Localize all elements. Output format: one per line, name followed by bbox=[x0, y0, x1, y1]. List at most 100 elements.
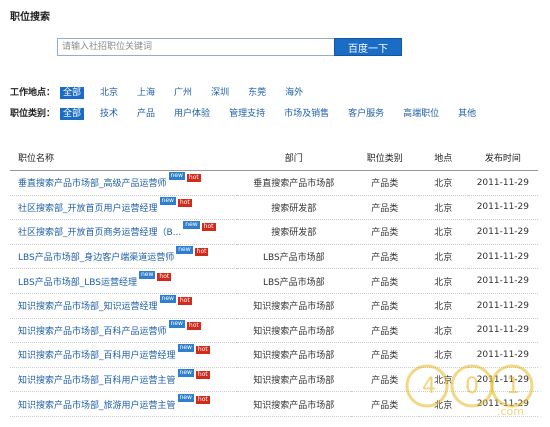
watermark-logo: 4 0 1 .com bbox=[405, 364, 534, 418]
date-cell: 2011-11-29 bbox=[467, 219, 538, 245]
new-badge: new bbox=[183, 221, 200, 230]
job-title-link[interactable]: 知识搜索产品市场部_旅游用户运营主管 bbox=[18, 401, 176, 411]
dept-cell: 知识搜索产品市场部 bbox=[236, 391, 351, 417]
location-cell: 北京 bbox=[418, 244, 468, 270]
new-badge: new bbox=[177, 393, 194, 402]
new-badge: new bbox=[168, 172, 185, 181]
dept-cell: LBS产品市场部 bbox=[236, 244, 351, 270]
location-option[interactable]: 深圳 bbox=[208, 87, 232, 99]
job-title-cell: LBS产品市场部_LBS运营经理new hot bbox=[10, 268, 237, 294]
hot-badge: hot bbox=[186, 321, 201, 330]
job-title-link[interactable]: LBS产品市场部_LBS运营经理 bbox=[18, 278, 137, 288]
dept-cell: 知识搜索产品市场部 bbox=[236, 318, 351, 344]
category-option[interactable]: 其他 bbox=[455, 108, 479, 120]
dept-cell: 搜索研发部 bbox=[236, 195, 351, 221]
dept-cell: 搜索研发部 bbox=[236, 219, 351, 245]
category-cell: 产品类 bbox=[350, 244, 419, 270]
dept-cell: 知识搜索产品市场部 bbox=[236, 367, 351, 393]
hot-badge: hot bbox=[194, 248, 209, 257]
hot-badge: hot bbox=[157, 272, 172, 281]
table-row: 垂直搜索产品市场部_高级产品运营师new hot 垂直搜索产品市场部 产品类 北京 201… bbox=[10, 170, 538, 196]
hot-badge: hot bbox=[177, 297, 192, 306]
job-title-link[interactable]: LBS产品市场部_身边客户端渠道运营师 bbox=[18, 253, 174, 263]
category-option[interactable]: 高端职位 bbox=[400, 108, 442, 120]
job-title-link[interactable]: 知识搜索产品市场部_百科产品运营师 bbox=[18, 327, 167, 337]
job-title-link[interactable]: 知识搜索产品市场部_百科用户运营经理 bbox=[18, 351, 176, 361]
dept-cell: 垂直搜索产品市场部 bbox=[236, 170, 351, 196]
date-cell: 2011-11-29 bbox=[467, 244, 538, 270]
location-option[interactable]: 全部 bbox=[60, 87, 85, 99]
category-option[interactable]: 客户服务 bbox=[345, 108, 387, 120]
location-cell: 北京 bbox=[418, 170, 468, 196]
job-title-link[interactable]: 知识搜索产品市场部_知识运营经理 bbox=[18, 302, 158, 312]
job-title-cell: 知识搜索产品市场部_知识运营经理new hot bbox=[10, 293, 237, 319]
table-row: 社区搜索部_开放首页商务运营经理（B...new hot 搜索研发部 产品类 北京 201… bbox=[10, 219, 538, 245]
search-button[interactable]: 百度一下 bbox=[334, 38, 402, 56]
location-filter-label: 工作地点： bbox=[10, 88, 56, 98]
dept-cell: LBS产品市场部 bbox=[236, 268, 351, 294]
svg-text:0: 0 bbox=[465, 374, 479, 399]
location-option[interactable]: 上海 bbox=[134, 87, 158, 99]
table-row: LBS产品市场部_身边客户端渠道运营师new hot LBS产品市场部 产品类 北京 20… bbox=[10, 244, 538, 270]
hot-badge: hot bbox=[195, 371, 210, 380]
dept-cell: 知识搜索产品市场部 bbox=[236, 293, 351, 319]
header-location: 地点 bbox=[418, 144, 468, 171]
job-title-link[interactable]: 知识搜索产品市场部_百科用户运营主管 bbox=[18, 376, 176, 386]
page-title: 职位搜索 bbox=[10, 12, 50, 23]
location-cell: 北京 bbox=[418, 195, 468, 221]
location-cell: 北京 bbox=[418, 318, 468, 344]
location-cell: 北京 bbox=[418, 219, 468, 245]
date-cell: 2011-11-29 bbox=[467, 170, 538, 196]
category-option[interactable]: 技术 bbox=[97, 108, 121, 120]
location-option[interactable]: 海外 bbox=[282, 87, 306, 99]
job-title-link[interactable]: 垂直搜索产品市场部_高级产品运营师 bbox=[18, 179, 167, 189]
category-option[interactable]: 全部 bbox=[60, 108, 85, 120]
job-title-cell: 知识搜索产品市场部_百科产品运营师new hot bbox=[10, 318, 237, 344]
job-title-cell: 社区搜索部_开放首页商务运营经理（B...new hot bbox=[10, 219, 237, 245]
category-cell: 产品类 bbox=[350, 293, 419, 319]
table-row: LBS产品市场部_LBS运营经理new hot LBS产品市场部 产品类 北京 2011-… bbox=[10, 268, 538, 294]
table-row: 社区搜索部_开放首页用户运营经理new hot 搜索研发部 产品类 北京 2011-11-… bbox=[10, 195, 538, 221]
new-badge: new bbox=[168, 319, 185, 328]
header-title: 职位名称 bbox=[10, 144, 237, 171]
dept-cell: 知识搜索产品市场部 bbox=[236, 342, 351, 368]
new-badge: new bbox=[177, 344, 194, 353]
category-cell: 产品类 bbox=[350, 195, 419, 221]
location-option[interactable]: 北京 bbox=[97, 87, 121, 99]
category-option[interactable]: 产品 bbox=[134, 108, 158, 120]
location-cell: 北京 bbox=[418, 293, 468, 319]
table-header-row: 职位名称 部门 职位类别 地点 发布时间 bbox=[10, 144, 538, 171]
category-cell: 产品类 bbox=[350, 268, 419, 294]
category-option[interactable]: 管理支持 bbox=[226, 108, 268, 120]
job-title-cell: LBS产品市场部_身边客户端渠道运营师new hot bbox=[10, 244, 237, 270]
header-date: 发布时间 bbox=[467, 144, 538, 171]
svg-text:.com: .com bbox=[497, 405, 524, 418]
category-cell: 产品类 bbox=[350, 318, 419, 344]
job-title-link[interactable]: 社区搜索部_开放首页商务运营经理（B... bbox=[18, 228, 181, 238]
date-cell: 2011-11-29 bbox=[467, 318, 538, 344]
date-cell: 2011-11-29 bbox=[467, 293, 538, 319]
new-badge: new bbox=[159, 196, 176, 205]
search-input[interactable] bbox=[57, 38, 334, 56]
category-option[interactable]: 市场及销售 bbox=[281, 108, 332, 120]
location-cell: 北京 bbox=[418, 268, 468, 294]
job-title-link[interactable]: 社区搜索部_开放首页用户运营经理 bbox=[18, 204, 158, 214]
search-bar: 百度一下 bbox=[57, 38, 402, 56]
svg-text:4: 4 bbox=[422, 374, 436, 399]
job-title-cell: 社区搜索部_开放首页用户运营经理new hot bbox=[10, 195, 237, 221]
new-badge: new bbox=[139, 270, 156, 279]
location-option[interactable]: 东莞 bbox=[245, 87, 269, 99]
hot-badge: hot bbox=[195, 395, 210, 404]
location-option[interactable]: 广州 bbox=[171, 87, 195, 99]
new-badge: new bbox=[159, 295, 176, 304]
category-cell: 产品类 bbox=[350, 170, 419, 196]
category-cell: 产品类 bbox=[350, 219, 419, 245]
hot-badge: hot bbox=[177, 198, 192, 207]
header-dept: 部门 bbox=[236, 144, 351, 171]
job-title-cell: 知识搜索产品市场部_旅游用户运营主管new hot bbox=[10, 391, 237, 417]
category-filter-label: 职位类别： bbox=[10, 109, 56, 119]
header-category: 职位类别 bbox=[350, 144, 419, 171]
category-option[interactable]: 用户体验 bbox=[171, 108, 213, 120]
new-badge: new bbox=[176, 246, 193, 255]
new-badge: new bbox=[177, 369, 194, 378]
